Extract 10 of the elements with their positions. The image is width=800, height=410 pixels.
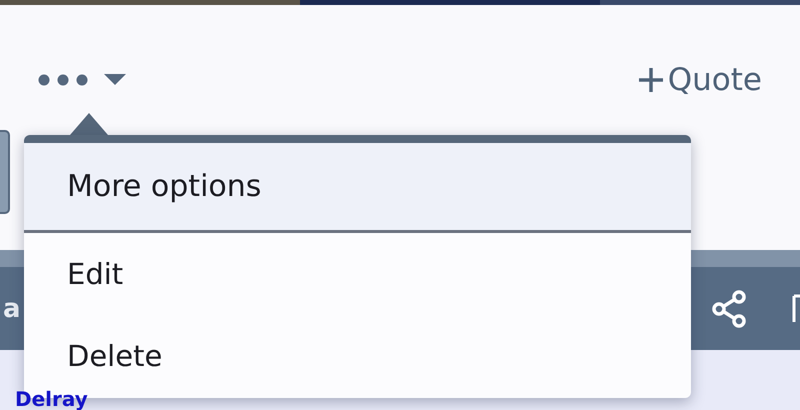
- quote-link[interactable]: Quote: [638, 62, 762, 98]
- plus-icon: [638, 67, 664, 93]
- post-title: a: [3, 294, 21, 324]
- menu-header: More options: [24, 143, 691, 233]
- menu-item[interactable]: Edit: [24, 233, 691, 315]
- more-button[interactable]: [38, 74, 126, 86]
- more-icon: [38, 74, 90, 86]
- caret-icon: [104, 74, 126, 86]
- share-icon[interactable]: [712, 290, 746, 328]
- title-link[interactable]: Delray: [15, 388, 88, 410]
